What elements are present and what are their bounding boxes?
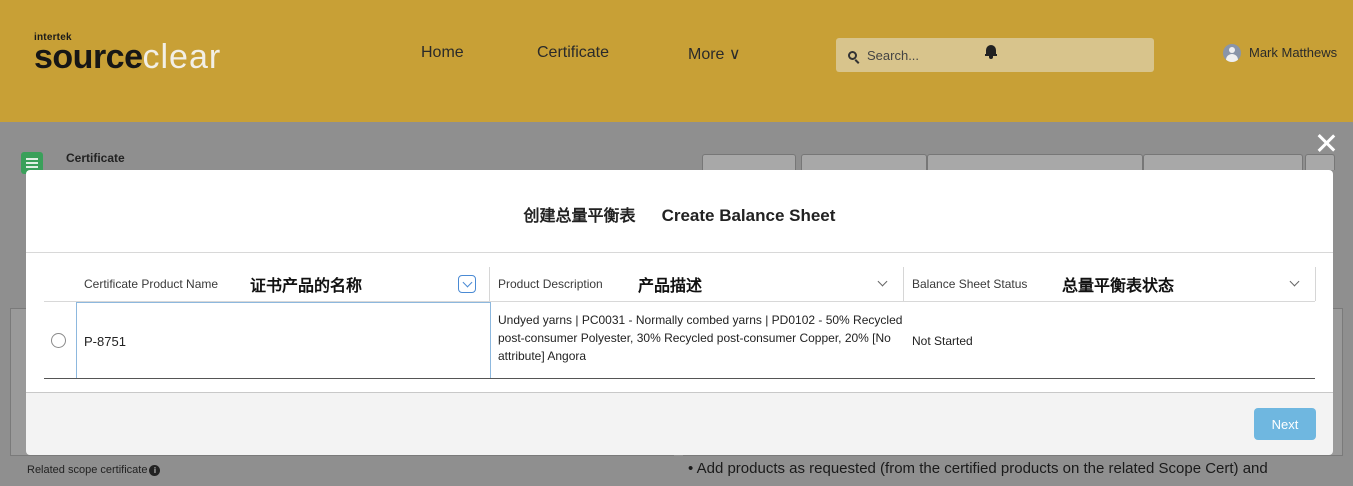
product-description-cell: Undyed yarns | PC0031 - Normally combed … <box>498 313 903 363</box>
related-scope-label: Related scope certificate i <box>27 464 161 476</box>
nav-certificate[interactable]: Certificate <box>537 44 609 62</box>
table-row[interactable] <box>76 302 491 379</box>
column-annotation-zh: 证书产品的名称 <box>250 276 363 295</box>
close-icon[interactable] <box>1315 132 1337 154</box>
row-select-radio[interactable] <box>51 333 66 348</box>
avatar[interactable] <box>1223 44 1241 62</box>
balance-sheet-status-cell: Not Started <box>912 334 973 348</box>
nav-more[interactable]: More ∨ <box>688 44 741 64</box>
follow-button[interactable] <box>702 154 796 170</box>
column-header-product-description[interactable]: Product Description 产品描述 <box>490 267 904 301</box>
search-icon <box>848 50 857 60</box>
modal-footer: Next <box>26 393 1333 455</box>
create-balance-sheet-button[interactable] <box>1143 154 1303 170</box>
more-actions-button[interactable] <box>1305 154 1335 170</box>
logo-wordmark: sourceclear <box>34 38 222 76</box>
column-header-product-name[interactable]: Certificate Product Name 证书产品的名称 <box>76 267 490 301</box>
new-business-partner-relation-button[interactable] <box>927 154 1143 170</box>
next-button[interactable]: Next <box>1254 408 1316 440</box>
logo[interactable]: intertek sourceclear <box>34 32 221 74</box>
nav-home[interactable]: Home <box>421 44 464 62</box>
column-annotation-zh: 产品描述 <box>638 276 703 295</box>
submit-request-button[interactable] <box>801 154 927 170</box>
chevron-down-icon[interactable] <box>1289 276 1300 287</box>
user-name[interactable]: Mark Matthews <box>1249 45 1337 60</box>
bell-icon[interactable] <box>985 45 997 59</box>
modal-title: 创建总量平衡表 Create Balance Sheet <box>523 206 836 225</box>
modal-header: 创建总量平衡表 Create Balance Sheet <box>26 170 1333 253</box>
page-title: Certificate <box>66 151 125 165</box>
divider <box>44 378 1315 379</box>
modal-body: Certificate Product Name 证书产品的名称 Product… <box>26 253 1333 393</box>
column-header-balance-sheet-status[interactable]: Balance Sheet Status 总量平衡表状态 <box>904 267 1316 301</box>
column-annotation-zh: 总量平衡表状态 <box>1062 276 1175 295</box>
chevron-down-icon[interactable] <box>877 276 888 287</box>
chevron-down-icon[interactable] <box>458 275 476 293</box>
instruction-text: • Add products as requested (from the ce… <box>688 460 1268 477</box>
info-icon: i <box>149 464 161 476</box>
app-header: intertek sourceclear Home Certificate Mo… <box>0 0 1353 122</box>
search-placeholder: Search... <box>867 47 920 63</box>
product-name-cell: P-8751 <box>84 334 126 349</box>
